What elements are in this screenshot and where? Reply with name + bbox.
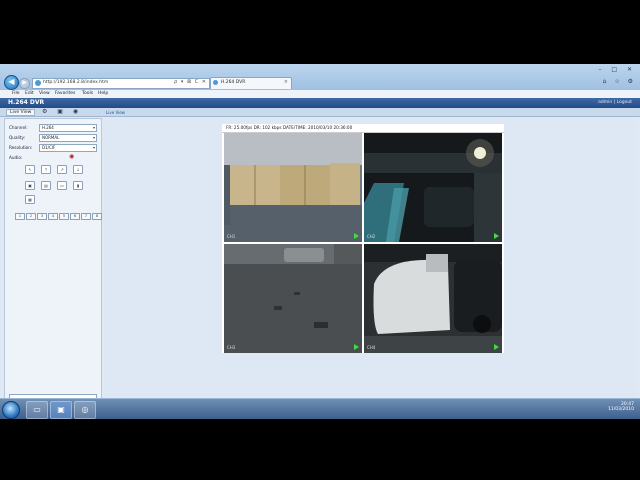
tab-ie-icon [213,80,218,85]
forward-button[interactable]: ▶ [19,78,30,89]
camera-view-1[interactable]: CH1 [224,133,362,242]
address-bar[interactable]: http://192.168.2.8/index.htm ρ ▾ ⊠ C ✕ [32,78,210,89]
channel-button-5[interactable]: 5 [59,213,69,220]
menu-view[interactable]: View [39,91,50,96]
resolution-value: D1/CIF [42,145,56,150]
channel-value: H.264 [42,125,54,130]
camera-4-image [364,244,502,353]
back-button[interactable]: ◀ [4,75,19,90]
play-icon [494,233,499,239]
menu-file[interactable]: File [12,91,20,96]
address-text: http://192.168.2.8/index.htm [43,80,109,85]
lock-icon[interactable]: ▮ [73,181,83,190]
ptz-down-button[interactable]: ↓ [73,165,83,174]
chevron-down-icon: ▾ [92,135,95,140]
snapshot-button[interactable]: ▣ [25,181,35,190]
explorer-icon[interactable]: ▭ [26,401,48,419]
camera-view-2[interactable]: CH2 [364,133,502,242]
resolution-label: Resolution: [9,145,33,150]
ie-page-icon [35,80,41,86]
quality-label: Quality: [9,135,26,140]
chevron-down-icon: ▾ [92,145,95,150]
channel-select[interactable]: H.264 ▾ [39,124,97,132]
menu-favorites[interactable]: Favorites [55,91,75,96]
fullscreen-button[interactable]: ▦ [25,195,35,204]
ie-icon[interactable]: ◎ [74,401,96,419]
window-controls[interactable]: – □ ✕ [598,66,636,73]
camera-1-image [224,133,362,242]
dvr-title: H.264 DVR [8,99,45,106]
channel-button-6[interactable]: 6 [70,213,80,220]
playback-button[interactable]: ▭ [57,181,67,190]
video-status-bar: FR: 25.00fps DR: 102 kbps DATE/TIME: 201… [222,124,504,133]
video-grid: FR: 25.00fps DR: 102 kbps DATE/TIME: 201… [222,124,504,353]
status-text: FR: 25.00fps DR: 102 kbps DATE/TIME: 201… [226,125,353,130]
quality-select[interactable]: NORMAL ▾ [39,134,97,142]
audio-icon[interactable]: ◉ [69,153,74,160]
app-icon[interactable]: ▣ [50,401,72,419]
camera-label: CH2 [367,234,376,239]
channel-label: Channel: [9,125,28,130]
camera-3-image [224,244,362,353]
tab-close-icon[interactable]: × [284,79,288,85]
play-icon [354,344,359,350]
channel-button-4[interactable]: 4 [48,213,58,220]
chevron-down-icon: ▾ [92,125,95,130]
ptz-up-left-button[interactable]: ↖ [25,165,35,174]
channel-button-1[interactable]: 1 [15,213,25,220]
menu-help[interactable]: Help [98,91,108,96]
channel-buttons: 1 2 3 4 5 6 7 8 [15,213,102,220]
camera-label: CH3 [227,345,236,350]
channel-button-3[interactable]: 3 [37,213,47,220]
ptz-up-button[interactable]: ↑ [41,165,51,174]
quality-value: NORMAL [42,135,60,140]
camera-view-3[interactable]: CH3 [224,244,362,353]
control-panel: Channel: H.264 ▾ Quality: NORMAL ▾ Resol… [4,118,102,407]
menu-tools[interactable]: Tools [82,91,93,96]
camera-view-4[interactable]: CH4 [364,244,502,353]
start-button[interactable] [2,401,20,419]
ptz-up-right-button[interactable]: ↗ [57,165,67,174]
channel-button-8[interactable]: 8 [92,213,102,220]
dvr-header: H.264 DVR admin | Logout [0,98,640,108]
windows-taskbar: ▭ ▣ ◎ 20:47 11/03/2010 [0,398,640,419]
channel-button-2[interactable]: 2 [26,213,36,220]
user-logout[interactable]: admin | Logout [598,100,632,105]
tab-live-view[interactable]: Live View [6,109,36,116]
tab-label: H.264 DVR [221,80,246,85]
play-icon [354,233,359,239]
address-tools[interactable]: ρ ▾ ⊠ C ✕ [174,79,207,85]
camera-2-image [364,133,502,242]
play-icon [494,344,499,350]
channel-button-7[interactable]: 7 [81,213,91,220]
camera-label: CH1 [227,234,236,239]
resolution-select[interactable]: D1/CIF ▾ [39,144,97,152]
audio-label: Audio: [9,155,23,160]
camera-label: CH4 [367,345,376,350]
tray-date[interactable]: 11/03/2010 [608,407,634,412]
live-view-heading: Live View [106,110,125,115]
system-tray: 20:47 11/03/2010 [608,402,634,412]
record-button[interactable]: ▤ [41,181,51,190]
dvr-subheader: Live View ⚙ ▣ ◉ Live View [0,108,640,117]
browser-tools[interactable]: ⌂ ☆ ⚙ [603,78,636,85]
browser-titlebar: ◀ ▶ http://192.168.2.8/index.htm ρ ▾ ⊠ C… [0,64,640,90]
subheader-icons[interactable]: ⚙ ▣ ◉ [42,108,82,115]
menu-edit[interactable]: Edit [25,91,34,96]
tab-dvr[interactable]: H.264 DVR × [210,77,292,89]
